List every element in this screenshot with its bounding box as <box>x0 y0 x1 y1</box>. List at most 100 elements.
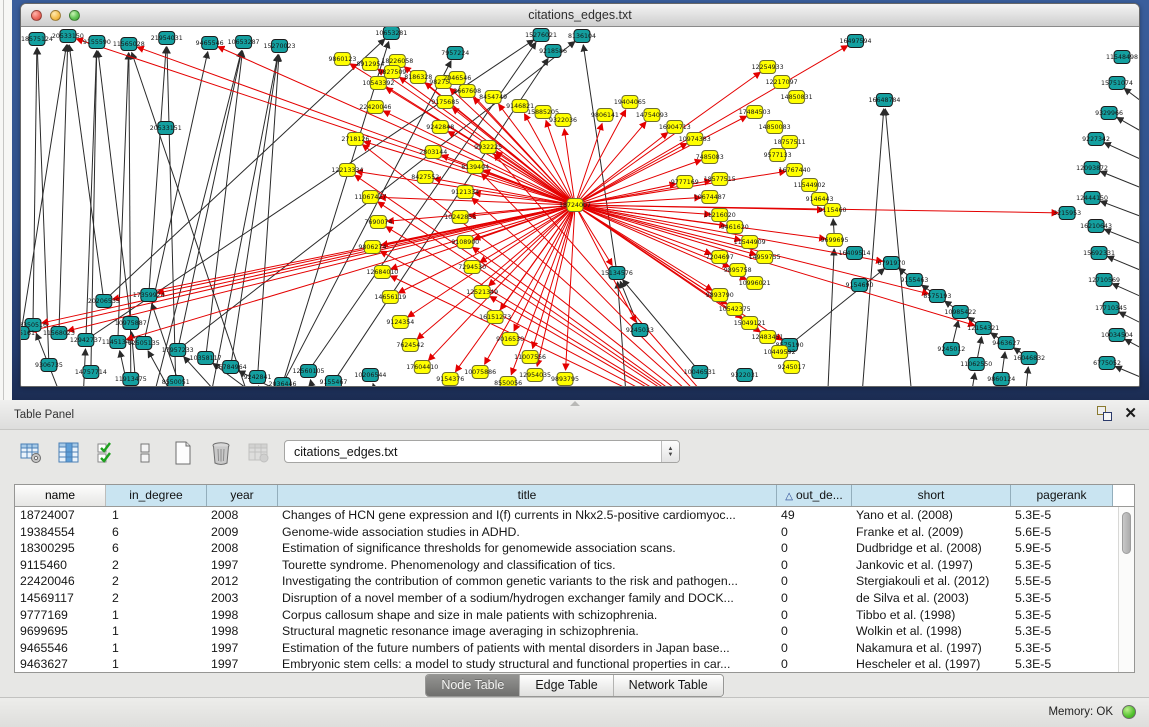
network-node[interactable]: 12254933 <box>752 61 784 74</box>
network-node[interactable]: 15049121 <box>734 317 766 330</box>
network-node[interactable]: 9245012 <box>937 343 965 356</box>
network-node[interactable]: 14757714 <box>75 366 107 379</box>
table-row[interactable]: 1938455462009Genome-wide association stu… <box>15 524 1118 541</box>
network-node[interactable]: 17484503 <box>739 106 771 119</box>
citation-edge[interactable] <box>862 109 884 386</box>
network-node[interactable]: 11007556 <box>514 351 546 364</box>
table-row[interactable]: 911546021997Tourette syndrome. Phenomeno… <box>15 557 1118 574</box>
citation-edge[interactable] <box>1002 352 1005 372</box>
column-header-out-degree[interactable]: △out_de... <box>777 485 852 506</box>
network-node[interactable]: 11067427 <box>354 191 386 204</box>
citation-edge[interactable] <box>98 51 130 316</box>
table-row[interactable]: 977716911998Corpus callosum shape and si… <box>15 607 1118 624</box>
citation-graph[interactable]: 1857512420533150915559011565028219540319… <box>21 27 1139 386</box>
network-node[interactable]: 17604410 <box>406 361 438 374</box>
network-node[interactable]: 9242841 <box>244 371 272 384</box>
tab-node-table[interactable]: Node Table <box>426 675 520 696</box>
column-header-title[interactable]: title <box>278 485 777 506</box>
network-node[interactable]: 15751074 <box>1101 77 1133 90</box>
network-node[interactable]: 15276021 <box>525 29 557 42</box>
network-node[interactable]: 10034504 <box>1101 329 1133 342</box>
delete-table-button[interactable] <box>206 439 236 467</box>
network-node[interactable]: 9806141 <box>591 109 619 122</box>
citation-edge[interactable] <box>1100 171 1139 196</box>
row-height-button[interactable] <box>130 439 160 467</box>
citation-edge[interactable] <box>1104 143 1139 169</box>
select-rows-button[interactable] <box>92 439 122 467</box>
citation-edge[interactable] <box>373 384 390 386</box>
citation-edge[interactable] <box>1025 367 1028 386</box>
network-node[interactable]: 19404065 <box>614 96 646 109</box>
citation-edge[interactable] <box>1115 366 1139 386</box>
network-node[interactable]: 10653287 <box>228 36 260 49</box>
network-node[interactable]: 10206544 <box>354 369 386 382</box>
network-node[interactable]: 9860123 <box>328 53 356 66</box>
network-node[interactable]: 18757511 <box>774 136 806 149</box>
citation-edge[interactable] <box>583 45 616 266</box>
network-node[interactable]: 9124354 <box>386 316 414 329</box>
network-node[interactable]: 10653281 <box>375 27 407 40</box>
network-node[interactable]: 17710345 <box>1095 302 1127 315</box>
network-node[interactable]: 14959755 <box>749 251 781 264</box>
network-node[interactable]: 7485083 <box>696 151 724 164</box>
network-node[interactable]: 10075886 <box>464 366 496 379</box>
citation-edge[interactable] <box>885 109 911 386</box>
network-node[interactable]: 2803144 <box>419 146 447 159</box>
citation-edge[interactable] <box>22 45 66 326</box>
network-node[interactable]: 9329966 <box>1095 107 1123 120</box>
network-node[interactable]: 8427552 <box>411 171 439 184</box>
network-node[interactable]: 16497594 <box>840 35 872 48</box>
network-node[interactable]: 8136104 <box>568 30 596 43</box>
network-node[interactable]: 9155590 <box>83 36 111 49</box>
network-node[interactable]: 11062550 <box>960 358 992 371</box>
citation-edge[interactable] <box>86 51 96 333</box>
network-node[interactable]: 11544902 <box>794 179 826 192</box>
citation-edge[interactable] <box>202 55 278 386</box>
network-node[interactable]: 16784964 <box>215 361 247 374</box>
network-node[interactable]: 9154376 <box>436 373 464 386</box>
column-header-year[interactable]: year <box>207 485 278 506</box>
network-node[interactable]: 3215953 <box>1053 207 1081 220</box>
column-header-pagerank[interactable]: pagerank <box>1011 485 1113 506</box>
citation-edge[interactable] <box>37 48 48 358</box>
create-column-button[interactable] <box>168 439 198 467</box>
network-node[interactable]: 16151273 <box>479 311 511 324</box>
citation-edge[interactable] <box>970 373 974 386</box>
network-node[interactable]: 16046832 <box>1013 352 1045 365</box>
network-node[interactable]: 12213334 <box>331 164 363 177</box>
table-row[interactable]: 969969511998Structural magnetic resonanc… <box>15 623 1118 640</box>
citation-edge[interactable] <box>978 337 982 357</box>
citation-edge[interactable] <box>1100 201 1139 224</box>
column-header-name[interactable]: name <box>15 485 106 506</box>
citation-edge[interactable] <box>1124 88 1139 117</box>
network-canvas[interactable]: 1857512420533150915559011565028219540319… <box>21 27 1139 386</box>
network-node[interactable]: 14754093 <box>636 109 668 122</box>
network-node[interactable]: 9893795 <box>551 373 579 386</box>
citation-edge[interactable] <box>1117 117 1139 143</box>
tab-network-table[interactable]: Network Table <box>614 675 723 696</box>
citation-edge[interactable] <box>1125 339 1139 359</box>
network-node[interactable]: 21954031 <box>151 32 183 45</box>
network-node[interactable]: 15270023 <box>264 40 296 53</box>
citation-edge-red[interactable] <box>76 39 568 203</box>
citation-edge[interactable] <box>953 321 958 342</box>
network-node[interactable]: 18575124 <box>21 33 53 46</box>
tab-edge-table[interactable]: Edge Table <box>520 675 613 696</box>
network-node[interactable]: 9463627 <box>992 337 1020 350</box>
citation-edge[interactable] <box>91 51 97 365</box>
network-node[interactable]: 9895758 <box>724 264 752 277</box>
citation-edge[interactable] <box>232 55 279 360</box>
network-node[interactable]: 10542375 <box>719 303 751 316</box>
table-row[interactable]: 1830029562008Estimation of significance … <box>15 540 1118 557</box>
table-settings-button[interactable] <box>16 439 46 467</box>
network-node[interactable]: 9121334 <box>451 186 479 199</box>
network-node[interactable]: 12521349 <box>466 286 498 299</box>
citation-edge[interactable] <box>1104 229 1139 252</box>
citation-edge[interactable] <box>623 280 696 367</box>
table-row[interactable]: 946362711997Embryonic stem cells: a mode… <box>15 656 1118 672</box>
import-table-button[interactable] <box>244 439 274 467</box>
network-node[interactable]: 9322031 <box>731 369 759 382</box>
table-row[interactable]: 1456911722003Disruption of a novel membe… <box>15 590 1118 607</box>
network-node[interactable]: 10674487 <box>694 191 726 204</box>
network-node[interactable]: 8575193 <box>923 290 951 303</box>
